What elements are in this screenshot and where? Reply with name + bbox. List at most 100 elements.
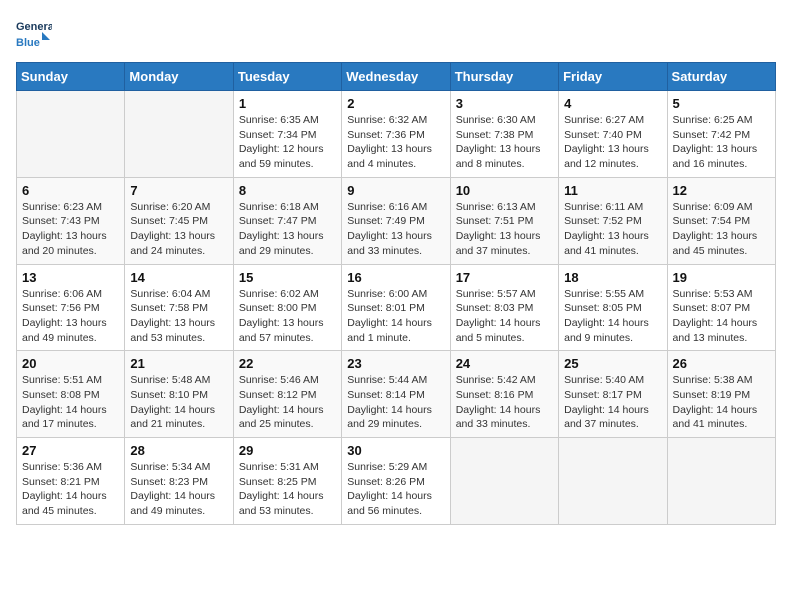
week-row-3: 13 Sunrise: 6:06 AMSunset: 7:56 PMDayligh…	[17, 264, 776, 351]
day-number: 13	[22, 270, 119, 285]
day-info: Sunrise: 5:36 AMSunset: 8:21 PMDaylight:…	[22, 460, 119, 519]
day-cell: 8 Sunrise: 6:18 AMSunset: 7:47 PMDaylight…	[233, 177, 341, 264]
day-cell: 28 Sunrise: 5:34 AMSunset: 8:23 PMDayligh…	[125, 438, 233, 525]
day-info: Sunrise: 6:09 AMSunset: 7:54 PMDaylight:…	[673, 200, 770, 259]
day-number: 23	[347, 356, 444, 371]
day-cell: 30 Sunrise: 5:29 AMSunset: 8:26 PMDayligh…	[342, 438, 450, 525]
day-cell	[667, 438, 775, 525]
day-info: Sunrise: 5:57 AMSunset: 8:03 PMDaylight:…	[456, 287, 553, 346]
day-number: 28	[130, 443, 227, 458]
day-cell: 10Sunrise: 6:13 AMSunset: 7:51 PMDayligh…	[450, 177, 558, 264]
header-saturday: Saturday	[667, 63, 775, 91]
day-cell: 9 Sunrise: 6:16 AMSunset: 7:49 PMDaylight…	[342, 177, 450, 264]
day-cell: 22 Sunrise: 5:46 AMSunset: 8:12 PMDayligh…	[233, 351, 341, 438]
day-info: Sunrise: 6:35 AMSunset: 7:34 PMDaylight:…	[239, 113, 336, 172]
day-info: Sunrise: 6:25 AMSunset: 7:42 PMDaylight:…	[673, 113, 770, 172]
day-info: Sunrise: 6:32 AMSunset: 7:36 PMDaylight:…	[347, 113, 444, 172]
day-info: Sunrise: 5:34 AMSunset: 8:23 PMDaylight:…	[130, 460, 227, 519]
day-number: 20	[22, 356, 119, 371]
day-cell: 1 Sunrise: 6:35 AMSunset: 7:34 PMDaylight…	[233, 91, 341, 178]
day-number: 26	[673, 356, 770, 371]
day-number: 3	[456, 96, 553, 111]
header-wednesday: Wednesday	[342, 63, 450, 91]
day-info: Sunrise: 6:30 AMSunset: 7:38 PMDaylight:…	[456, 113, 553, 172]
day-cell	[17, 91, 125, 178]
day-number: 6	[22, 183, 119, 198]
day-cell: 13 Sunrise: 6:06 AMSunset: 7:56 PMDayligh…	[17, 264, 125, 351]
day-cell	[450, 438, 558, 525]
day-info: Sunrise: 5:48 AMSunset: 8:10 PMDaylight:…	[130, 373, 227, 432]
day-number: 9	[347, 183, 444, 198]
week-row-2: 6Sunrise: 6:23 AMSunset: 7:43 PMDaylight…	[17, 177, 776, 264]
day-number: 15	[239, 270, 336, 285]
day-number: 30	[347, 443, 444, 458]
day-number: 17	[456, 270, 553, 285]
day-cell: 5 Sunrise: 6:25 AMSunset: 7:42 PMDaylight…	[667, 91, 775, 178]
day-cell: 29 Sunrise: 5:31 AMSunset: 8:25 PMDayligh…	[233, 438, 341, 525]
day-cell: 4 Sunrise: 6:27 AMSunset: 7:40 PMDaylight…	[559, 91, 667, 178]
day-cell: 26 Sunrise: 5:38 AMSunset: 8:19 PMDayligh…	[667, 351, 775, 438]
day-number: 7	[130, 183, 227, 198]
day-number: 16	[347, 270, 444, 285]
logo: General Blue	[16, 16, 52, 52]
day-info: Sunrise: 5:44 AMSunset: 8:14 PMDaylight:…	[347, 373, 444, 432]
day-number: 12	[673, 183, 770, 198]
calendar-header: SundayMondayTuesdayWednesdayThursdayFrid…	[17, 63, 776, 91]
header-tuesday: Tuesday	[233, 63, 341, 91]
week-row-5: 27 Sunrise: 5:36 AMSunset: 8:21 PMDayligh…	[17, 438, 776, 525]
day-number: 1	[239, 96, 336, 111]
svg-text:Blue: Blue	[16, 37, 40, 49]
day-number: 25	[564, 356, 661, 371]
day-number: 14	[130, 270, 227, 285]
day-cell: 2Sunrise: 6:32 AMSunset: 7:36 PMDaylight…	[342, 91, 450, 178]
header-sunday: Sunday	[17, 63, 125, 91]
day-info: Sunrise: 6:02 AMSunset: 8:00 PMDaylight:…	[239, 287, 336, 346]
day-cell: 16 Sunrise: 6:00 AMSunset: 8:01 PMDayligh…	[342, 264, 450, 351]
day-number: 4	[564, 96, 661, 111]
day-info: Sunrise: 6:00 AMSunset: 8:01 PMDaylight:…	[347, 287, 444, 346]
day-number: 21	[130, 356, 227, 371]
day-cell: 21 Sunrise: 5:48 AMSunset: 8:10 PMDayligh…	[125, 351, 233, 438]
header: General Blue	[16, 16, 776, 52]
day-info: Sunrise: 5:38 AMSunset: 8:19 PMDaylight:…	[673, 373, 770, 432]
day-info: Sunrise: 6:06 AMSunset: 7:56 PMDaylight:…	[22, 287, 119, 346]
day-number: 22	[239, 356, 336, 371]
day-cell: 3 Sunrise: 6:30 AMSunset: 7:38 PMDaylight…	[450, 91, 558, 178]
day-number: 29	[239, 443, 336, 458]
calendar-table: SundayMondayTuesdayWednesdayThursdayFrid…	[16, 62, 776, 525]
day-cell: 18 Sunrise: 5:55 AMSunset: 8:05 PMDayligh…	[559, 264, 667, 351]
day-info: Sunrise: 6:20 AMSunset: 7:45 PMDaylight:…	[130, 200, 227, 259]
day-number: 18	[564, 270, 661, 285]
day-cell: 27 Sunrise: 5:36 AMSunset: 8:21 PMDayligh…	[17, 438, 125, 525]
day-info: Sunrise: 6:27 AMSunset: 7:40 PMDaylight:…	[564, 113, 661, 172]
day-info: Sunrise: 5:29 AMSunset: 8:26 PMDaylight:…	[347, 460, 444, 519]
day-cell: 6Sunrise: 6:23 AMSunset: 7:43 PMDaylight…	[17, 177, 125, 264]
day-cell: 14Sunrise: 6:04 AMSunset: 7:58 PMDayligh…	[125, 264, 233, 351]
day-info: Sunrise: 5:42 AMSunset: 8:16 PMDaylight:…	[456, 373, 553, 432]
header-friday: Friday	[559, 63, 667, 91]
day-info: Sunrise: 5:31 AMSunset: 8:25 PMDaylight:…	[239, 460, 336, 519]
day-info: Sunrise: 5:46 AMSunset: 8:12 PMDaylight:…	[239, 373, 336, 432]
day-number: 5	[673, 96, 770, 111]
week-row-1: 1 Sunrise: 6:35 AMSunset: 7:34 PMDaylight…	[17, 91, 776, 178]
header-monday: Monday	[125, 63, 233, 91]
day-info: Sunrise: 6:16 AMSunset: 7:49 PMDaylight:…	[347, 200, 444, 259]
day-number: 24	[456, 356, 553, 371]
day-cell: 25Sunrise: 5:40 AMSunset: 8:17 PMDayligh…	[559, 351, 667, 438]
day-info: Sunrise: 5:51 AMSunset: 8:08 PMDaylight:…	[22, 373, 119, 432]
day-info: Sunrise: 5:55 AMSunset: 8:05 PMDaylight:…	[564, 287, 661, 346]
day-cell: 19 Sunrise: 5:53 AMSunset: 8:07 PMDayligh…	[667, 264, 775, 351]
day-cell: 7 Sunrise: 6:20 AMSunset: 7:45 PMDaylight…	[125, 177, 233, 264]
svg-text:General: General	[16, 21, 52, 33]
day-info: Sunrise: 5:53 AMSunset: 8:07 PMDaylight:…	[673, 287, 770, 346]
day-number: 27	[22, 443, 119, 458]
day-cell	[559, 438, 667, 525]
day-info: Sunrise: 6:18 AMSunset: 7:47 PMDaylight:…	[239, 200, 336, 259]
day-cell: 23 Sunrise: 5:44 AMSunset: 8:14 PMDayligh…	[342, 351, 450, 438]
day-info: Sunrise: 6:13 AMSunset: 7:51 PMDaylight:…	[456, 200, 553, 259]
day-number: 11	[564, 183, 661, 198]
calendar-body: 1 Sunrise: 6:35 AMSunset: 7:34 PMDaylight…	[17, 91, 776, 525]
day-cell: 17 Sunrise: 5:57 AMSunset: 8:03 PMDayligh…	[450, 264, 558, 351]
day-number: 19	[673, 270, 770, 285]
day-number: 8	[239, 183, 336, 198]
